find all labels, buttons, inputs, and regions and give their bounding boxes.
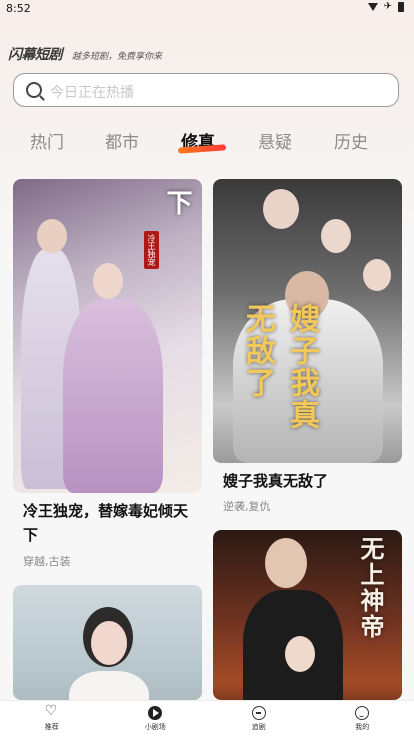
drama-tags: 穿越,古装 <box>23 553 71 569</box>
poster-tag: 冷王独宠 <box>144 231 159 269</box>
chat-icon <box>252 706 266 720</box>
search-icon <box>26 82 42 98</box>
wifi-icon <box>368 3 378 11</box>
search-placeholder: 今日正在热播 <box>50 82 134 102</box>
poster-figure-head <box>91 621 127 665</box>
nav-recommend[interactable]: 推荐 <box>0 701 104 737</box>
poster-figure-head <box>37 219 67 253</box>
nav-label: 我的 <box>355 722 369 732</box>
poster-title: 无上神帝 <box>353 536 388 696</box>
user-icon <box>355 706 369 720</box>
poster-figure-head <box>363 259 391 291</box>
drama-poster: 冷王独宠 替嫁毒妃倾天下 <box>13 179 202 493</box>
nav-following[interactable]: 追剧 <box>207 701 311 737</box>
drama-card[interactable] <box>13 585 202 700</box>
tab-suspense[interactable]: 悬疑 <box>258 128 292 153</box>
app-slogan: 越多短剧，免费享你来 <box>72 49 162 62</box>
nav-label: 推荐 <box>45 722 59 732</box>
brand-header: 闪幕短剧 越多短剧，免费享你来 <box>8 44 162 64</box>
nav-label: 小剧场 <box>145 722 166 732</box>
airplane-icon: ✈ <box>384 2 392 12</box>
poster-figure-head <box>93 263 123 299</box>
drama-card[interactable]: 嫂子我真无敌了 嫂子我真无敌了 逆袭,复仇 <box>213 179 402 519</box>
poster-figure-head <box>321 219 351 253</box>
status-time: 8:52 <box>6 2 31 15</box>
nav-mini-theater[interactable]: 小剧场 <box>104 701 208 737</box>
category-tabs: 热门 都市 修真 悬疑 历史 <box>0 128 414 158</box>
poster-figure-head <box>265 538 307 588</box>
tab-history[interactable]: 历史 <box>334 128 368 153</box>
search-input[interactable]: 今日正在热播 <box>13 73 399 107</box>
heart-icon <box>45 706 59 720</box>
status-icons: ✈ <box>368 2 404 12</box>
poster-figure-head <box>263 189 299 229</box>
drama-tags: 逆袭,复仇 <box>223 498 271 514</box>
drama-poster: 嫂子我真无敌了 <box>213 179 402 463</box>
poster-title: 嫂子我真无敌了 <box>235 303 323 453</box>
bottom-nav: 推荐 小剧场 追剧 我的 <box>0 700 414 737</box>
nav-label: 追剧 <box>252 722 266 732</box>
drama-title: 嫂子我真无敌了 <box>223 469 398 493</box>
battery-icon <box>398 2 404 12</box>
nav-profile[interactable]: 我的 <box>311 701 414 737</box>
tab-hot[interactable]: 热门 <box>30 128 64 153</box>
drama-card[interactable]: 冷王独宠 替嫁毒妃倾天下 冷王独宠，替嫁毒妃倾天下 穿越,古装 <box>13 179 202 574</box>
poster-figure <box>69 671 149 700</box>
play-icon <box>148 706 162 720</box>
drama-poster: 无上神帝 <box>213 530 402 700</box>
poster-figure-head <box>285 636 315 672</box>
app-logo: 闪幕短剧 <box>8 44 62 64</box>
poster-figure <box>63 299 163 493</box>
status-bar: 8:52 ✈ <box>0 0 414 18</box>
tab-city[interactable]: 都市 <box>105 128 139 153</box>
drama-poster <box>13 585 202 700</box>
drama-title: 冷王独宠，替嫁毒妃倾天下 <box>23 499 198 547</box>
drama-card[interactable]: 无上神帝 <box>213 530 402 700</box>
poster-title: 替嫁毒妃倾天下 <box>159 189 202 379</box>
